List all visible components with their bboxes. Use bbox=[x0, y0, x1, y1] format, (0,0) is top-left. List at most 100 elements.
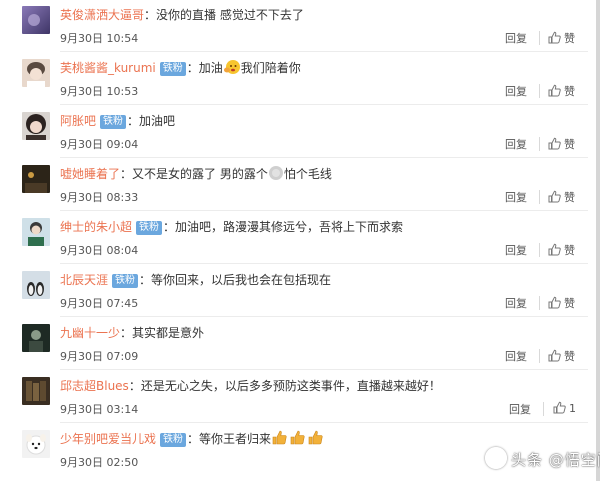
watermark-text: 头条 @悟空问答 bbox=[511, 451, 600, 469]
like-label: 赞 bbox=[564, 85, 575, 98]
thumbs-up-icon bbox=[548, 84, 561, 97]
comment-item: 绅士的朱小超 铁粉 ：加油吧，路漫漫其修远兮，吾将上下而求索 9月30日 08:04… bbox=[0, 212, 596, 264]
reply-button[interactable]: 回复 bbox=[505, 348, 527, 364]
watermark-logo-icon bbox=[485, 447, 507, 469]
user-avatar[interactable] bbox=[22, 271, 50, 299]
fan-badge: 铁粉 bbox=[159, 62, 186, 76]
comment-text: 又不是女的露了 男的露个 bbox=[132, 167, 268, 181]
reply-button[interactable]: 回复 bbox=[505, 189, 527, 205]
name-separator: ： bbox=[163, 220, 176, 234]
scrollbar-thumb[interactable] bbox=[596, 0, 600, 481]
comment-item: 邱志超Blues：还是无心之失，以后多多预防这类事件，直播越来越好！ 9月30日… bbox=[0, 371, 596, 423]
reply-button[interactable]: 回复 bbox=[505, 136, 527, 152]
comment-text: 加油 bbox=[198, 61, 223, 75]
fan-badge: 铁粉 bbox=[100, 115, 127, 129]
fan-badge: 铁粉 bbox=[160, 433, 187, 447]
action-divider bbox=[539, 190, 540, 204]
like-button[interactable]: 赞 bbox=[548, 189, 577, 205]
thumbs-up-emoji bbox=[271, 428, 325, 453]
name-separator: ： bbox=[144, 8, 157, 22]
like-button[interactable]: 1 bbox=[553, 401, 576, 415]
thumbs-up-icon bbox=[548, 190, 561, 203]
like-button[interactable]: 赞 bbox=[548, 30, 577, 46]
like-label: 赞 bbox=[564, 32, 575, 45]
comment-timestamp: 9月30日 10:54 bbox=[60, 32, 139, 45]
comment-item: 阿胀吧 铁粉 ：加油吧 9月30日 09:04 回复 赞 bbox=[0, 106, 596, 158]
reply-button[interactable]: 回复 bbox=[505, 83, 527, 99]
username-link[interactable]: 芙桃酱酱_kurumi bbox=[60, 61, 156, 75]
user-avatar[interactable] bbox=[22, 59, 50, 87]
reply-button[interactable]: 回复 bbox=[505, 242, 527, 258]
comment-timestamp: 9月30日 08:04 bbox=[60, 244, 139, 257]
scrollbar[interactable] bbox=[596, 0, 600, 481]
like-button[interactable]: 赞 bbox=[548, 136, 577, 152]
action-divider bbox=[539, 31, 540, 45]
fan-badge: 铁粉 bbox=[112, 274, 139, 288]
action-divider bbox=[539, 137, 540, 151]
like-button[interactable]: 赞 bbox=[548, 295, 577, 311]
comment-list: 英俊潇洒大逼哥：没你的直播 感觉过不下去了 9月30日 10:54 回复 赞 芙… bbox=[0, 0, 596, 481]
username-link[interactable]: 少年别吧爱当儿戏 bbox=[60, 432, 156, 446]
comment-item: 芙桃酱酱_kurumi 铁粉 ：加油 我们陪着你 9月30日 10:53 回复 赞 bbox=[0, 53, 596, 105]
username-link[interactable]: 九幽十一少 bbox=[60, 326, 120, 340]
comment-text: 等你回来，以后我也会在包括现在 bbox=[151, 273, 332, 287]
action-divider bbox=[543, 402, 544, 416]
user-avatar[interactable] bbox=[22, 112, 50, 140]
action-divider bbox=[539, 243, 540, 257]
user-avatar[interactable] bbox=[22, 430, 50, 458]
name-separator: ： bbox=[186, 61, 199, 75]
comment-timestamp: 9月30日 02:50 bbox=[60, 456, 139, 469]
thumbs-up-icon bbox=[553, 401, 566, 414]
user-avatar[interactable] bbox=[22, 165, 50, 193]
comment-text-tail: 怕个毛线 bbox=[283, 167, 332, 181]
name-separator: ： bbox=[187, 432, 200, 446]
blurred-emoji bbox=[268, 165, 284, 188]
comment-item: 嘘她睡着了：又不是女的露了 男的露个 怕个毛线 9月30日 08:33 回复 赞 bbox=[0, 159, 596, 211]
username-link[interactable]: 嘘她睡着了 bbox=[60, 167, 120, 181]
reply-button[interactable]: 回复 bbox=[509, 401, 531, 417]
username-link[interactable]: 北辰天涯 bbox=[60, 273, 108, 287]
thumbs-up-icon bbox=[548, 31, 561, 44]
comment-text: 加油吧，路漫漫其修远兮，吾将上下而求索 bbox=[175, 220, 404, 234]
comment-timestamp: 9月30日 07:45 bbox=[60, 297, 139, 310]
like-label: 赞 bbox=[564, 191, 575, 204]
user-avatar[interactable] bbox=[22, 218, 50, 246]
name-separator: ： bbox=[128, 379, 141, 393]
comment-text: 还是无心之失，以后多多预防这类事件，直播越来越好！ bbox=[140, 379, 441, 393]
fan-badge: 铁粉 bbox=[136, 221, 163, 235]
comment-text: 等你王者归来 bbox=[199, 432, 272, 446]
like-button[interactable]: 赞 bbox=[548, 242, 577, 258]
action-divider bbox=[539, 296, 540, 310]
thumbs-up-icon bbox=[548, 296, 561, 309]
like-button[interactable]: 赞 bbox=[548, 83, 577, 99]
comment-timestamp: 9月30日 08:33 bbox=[60, 191, 139, 204]
name-separator: ： bbox=[120, 167, 133, 181]
reply-button[interactable]: 回复 bbox=[505, 30, 527, 46]
thumbs-up-icon bbox=[548, 137, 561, 150]
thumbs-up-icon bbox=[548, 349, 561, 362]
comment-timestamp: 9月30日 07:09 bbox=[60, 350, 139, 363]
name-separator: ： bbox=[139, 273, 152, 287]
comment-timestamp: 9月30日 09:04 bbox=[60, 138, 139, 151]
like-label: 赞 bbox=[564, 350, 575, 363]
username-link[interactable]: 阿胀吧 bbox=[60, 114, 96, 128]
like-button[interactable]: 赞 bbox=[548, 348, 577, 364]
name-separator: ： bbox=[120, 326, 133, 340]
thumbs-up-icon bbox=[548, 243, 561, 256]
reply-button[interactable]: 回复 bbox=[505, 295, 527, 311]
like-label: 赞 bbox=[564, 244, 575, 257]
user-avatar[interactable] bbox=[22, 6, 50, 34]
like-label: 赞 bbox=[564, 297, 575, 310]
comment-text-tail: 我们陪着你 bbox=[240, 61, 301, 75]
comment-timestamp: 9月30日 03:14 bbox=[60, 403, 139, 416]
user-avatar[interactable] bbox=[22, 324, 50, 352]
action-divider bbox=[539, 84, 540, 98]
user-avatar[interactable] bbox=[22, 377, 50, 405]
name-separator: ： bbox=[127, 114, 140, 128]
username-link[interactable]: 邱志超Blues bbox=[60, 379, 129, 393]
username-link[interactable]: 英俊潇洒大逼哥 bbox=[60, 8, 144, 22]
username-link[interactable]: 绅士的朱小超 bbox=[60, 220, 132, 234]
like-label: 赞 bbox=[564, 138, 575, 151]
comment-item: 北辰天涯 铁粉 ：等你回来，以后我也会在包括现在 9月30日 07:45 回复 赞 bbox=[0, 265, 596, 317]
like-count: 1 bbox=[569, 402, 576, 415]
